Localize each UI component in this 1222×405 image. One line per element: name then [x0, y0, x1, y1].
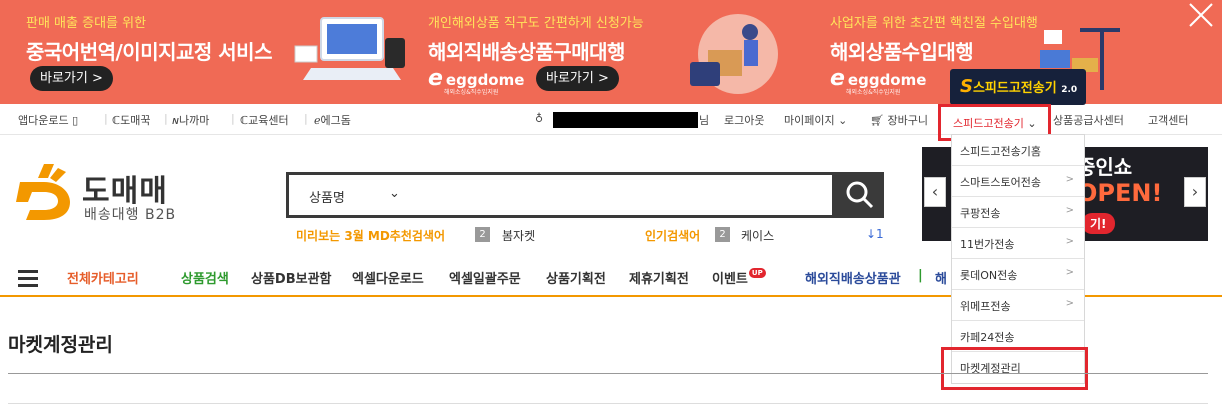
popular-keyword[interactable]: 케이스 [741, 227, 774, 244]
nav-product-exhibition[interactable]: 상품기획전 [546, 268, 606, 287]
market-account-highlight [941, 347, 1088, 390]
divider: | [104, 112, 108, 125]
dropdown-item-coupang[interactable]: 쿠팡전송 > [952, 197, 1084, 228]
promo-sub: 사업자를 위한 초간편 핵친절 수입대행 [830, 16, 1038, 31]
customer-center-link[interactable]: 고객센터 [1148, 112, 1188, 128]
chevron-left-icon[interactable]: ‹ [924, 177, 946, 207]
divider [8, 403, 1208, 404]
edu-center-link[interactable]: ℂ교육센터 [240, 112, 289, 128]
edu-icon: ℂ [240, 114, 249, 127]
promo-sub: 개인해외상품 직구도 간편하게 신청가능 [428, 16, 644, 31]
divider: | [164, 112, 168, 125]
popular-keyword-rank: 2 [715, 227, 730, 242]
nav-all-category[interactable]: 전체카테고리 [67, 268, 139, 287]
dropdown-item-wemakeprice[interactable]: 위메프전송 > [952, 290, 1084, 321]
promo-go-button[interactable]: 바로가기 > [30, 66, 113, 91]
md-keyword-rank: 2 [475, 227, 490, 242]
domeggook-icon: ℂ [112, 114, 121, 127]
nav-product-search[interactable]: 상품검색 [181, 268, 229, 287]
promo-sub: 판매 매출 증대를 위한 [26, 16, 147, 31]
supplier-center-link[interactable]: 상품공급사센터 [1053, 112, 1124, 128]
chevron-right-icon: > [1065, 174, 1074, 185]
nav-excel-order[interactable]: 엑셀일괄주문 [449, 268, 521, 287]
nakkama-link[interactable]: ɴ나까마 [172, 112, 209, 128]
up-badge: UP [748, 268, 766, 278]
chevron-right-icon: > [1065, 205, 1074, 216]
chevron-down-icon: ⌄ [1027, 117, 1037, 130]
page-title: 마켓계정관리 [8, 334, 113, 356]
nav-product-db[interactable]: 상품DB보관함 [251, 268, 332, 287]
search-category-select[interactable]: 상품명 [309, 187, 345, 206]
close-icon[interactable] [1186, 0, 1216, 30]
md-keyword-label: 미리보는 3월 MD추천검색어 [296, 229, 446, 243]
speedgo-logo[interactable]: S스피드고전송기 2.0 [950, 69, 1086, 105]
logo-d-icon [16, 164, 70, 220]
user-icon: ♁ [535, 112, 544, 125]
nakkama-icon: ɴ [172, 114, 179, 127]
dometome-logo[interactable]: 도매매 배송대행 B2B [14, 160, 184, 226]
cart-link[interactable]: 🛒︎ 장바구니 [870, 112, 928, 128]
rank-change: ↓1 [866, 227, 884, 241]
promo-title: 중국어번역/이미지교정 서비스 [26, 40, 272, 64]
divider: | [304, 112, 308, 125]
divider: | [231, 112, 235, 125]
domeggook-link[interactable]: ℂ도매꾹 [112, 112, 150, 128]
dropdown-item-lotteon[interactable]: 롯데ON전송 > [952, 259, 1084, 290]
promo-title: 해외상품수입대행 [830, 40, 974, 64]
cart-icon: 🛒︎ [870, 114, 884, 127]
promo-translation[interactable]: 판매 매출 증대를 위한 중국어번역/이미지교정 서비스 바로가기 > [26, 0, 405, 104]
eggdome-link[interactable]: ℯ에그돔 [314, 112, 351, 128]
promo-purchase-agent[interactable]: 개인해외상품 직구도 간편하게 신청가능 해외직배송상품구매대행 e eggdom… [428, 0, 808, 104]
chevron-right-icon: > [1065, 267, 1074, 278]
dropdown-item-smartstore[interactable]: 스마트스토어전송 > [952, 166, 1084, 197]
eggdome-logo: e eggdome 해외소싱&직수입지원 [428, 66, 525, 96]
search-button[interactable] [835, 172, 884, 218]
chevron-right-icon: > [1065, 298, 1074, 309]
nav-partner-exhibition[interactable]: 제휴기획전 [629, 268, 689, 287]
promo-go-button[interactable]: 바로가기 > [536, 66, 619, 91]
redacted-username [553, 112, 698, 128]
search-box[interactable]: 상품명 ⌄ [286, 172, 835, 218]
logout-link[interactable]: 로그아웃 [724, 112, 764, 128]
promo-title: 해외직배송상품구매대행 [428, 40, 625, 64]
nav-overseas-more[interactable]: 해 [935, 268, 947, 287]
popular-keyword-label: 인기검색어 [645, 229, 701, 243]
user-name-suffix: 님 [699, 114, 710, 127]
mypage-link[interactable]: 마이페이지 ⌄ [784, 112, 847, 128]
eggdome-logo: e eggdome 해외소싱&직수입지원 [830, 66, 927, 96]
app-download-link[interactable]: 앱다운로드 ▯ [18, 112, 78, 128]
divider [8, 373, 1208, 374]
phone-icon: ▯ [72, 114, 79, 127]
chevron-right-icon: > [1065, 236, 1074, 247]
dropdown-item-11st[interactable]: 11번가전송 > [952, 228, 1084, 259]
md-keyword[interactable]: 봄자켓 [502, 227, 535, 244]
dropdown-item-home[interactable]: 스피드고전송기홈 [952, 135, 1084, 166]
divider: | [918, 268, 923, 283]
laptop-illustration-icon [294, 17, 405, 80]
chevron-right-icon[interactable]: › [1184, 177, 1206, 207]
nav-overseas[interactable]: 해외직배송상품관 [805, 268, 901, 287]
chevron-down-icon: ⌄ [838, 114, 848, 127]
nav-event[interactable]: 이벤트 UP [712, 268, 766, 287]
nav-excel-download[interactable]: 엑셀다운로드 [352, 268, 424, 287]
hamburger-menu-icon[interactable] [18, 270, 38, 287]
delivery-illustration-icon [690, 14, 778, 94]
chevron-down-icon: ⌄ [389, 186, 400, 201]
logo-subtitle: 배송대행 B2B [84, 207, 177, 223]
